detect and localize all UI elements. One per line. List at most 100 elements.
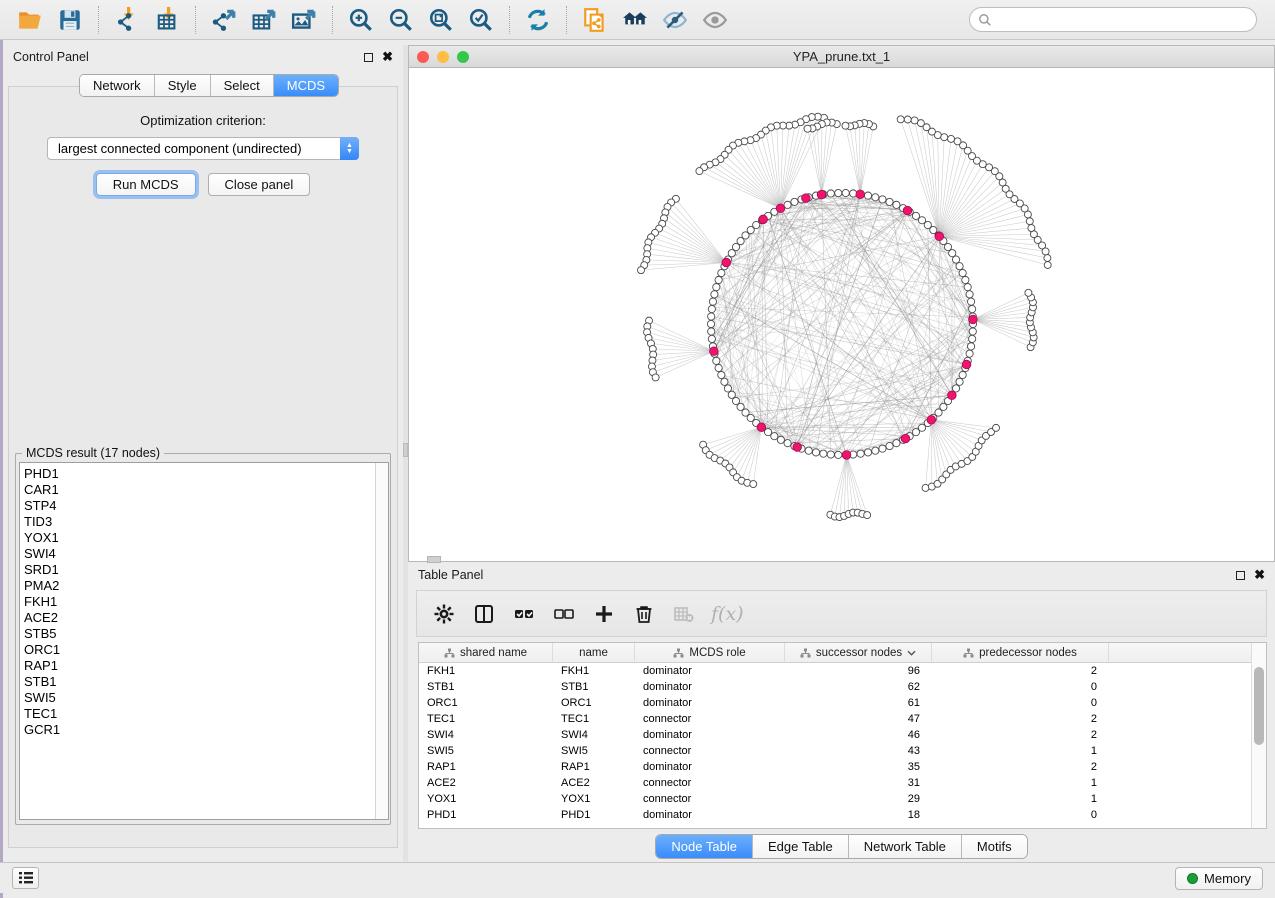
mcds-result-item[interactable]: CAR1 — [24, 482, 375, 498]
zoom-out-icon[interactable] — [384, 5, 418, 35]
cell-successor-nodes[interactable]: 96 — [785, 663, 932, 679]
float-table-panel-icon[interactable] — [1236, 571, 1245, 580]
table-scrollbar[interactable] — [1251, 643, 1266, 828]
horizontal-splitter-grip[interactable] — [427, 556, 441, 563]
graph-leaf-node[interactable] — [638, 267, 645, 274]
graph-node[interactable] — [967, 298, 974, 305]
cell-successor-nodes[interactable]: 62 — [785, 679, 932, 695]
cell-name[interactable]: YOX1 — [553, 791, 635, 807]
import-table-icon[interactable] — [150, 5, 184, 35]
cell-successor-nodes[interactable]: 31 — [785, 775, 932, 791]
show-all-icon[interactable] — [698, 5, 732, 35]
show-column-icon[interactable] — [471, 601, 497, 627]
table-row[interactable]: ORC1ORC1dominator610 — [419, 695, 1251, 711]
cell-MCDS-role[interactable]: dominator — [635, 663, 785, 679]
graph-node[interactable] — [969, 335, 976, 342]
table-row[interactable]: SWI5SWI5connector431 — [419, 743, 1251, 759]
graph-node[interactable] — [718, 269, 725, 276]
first-neighbors-icon[interactable] — [618, 5, 652, 35]
graph-node[interactable] — [969, 328, 976, 335]
graph-leaf-node[interactable] — [911, 117, 918, 124]
table-row[interactable]: TEC1TEC1connector472 — [419, 711, 1251, 727]
graph-mcds-node[interactable] — [935, 232, 944, 241]
network-titlebar[interactable]: YPA_prune.txt_1 — [409, 46, 1274, 68]
table-scrollbar-thumb[interactable] — [1254, 667, 1264, 745]
cell-successor-nodes[interactable]: 29 — [785, 791, 932, 807]
table-row[interactable]: YOX1YOX1connector291 — [419, 791, 1251, 807]
graph-node[interactable] — [964, 283, 971, 290]
graph-node[interactable] — [966, 350, 973, 357]
tab-style[interactable]: Style — [154, 75, 210, 96]
graph-leaf-node[interactable] — [954, 138, 961, 145]
graph-node[interactable] — [835, 189, 842, 196]
mcds-result-item[interactable]: GCR1 — [24, 722, 375, 738]
graph-node[interactable] — [708, 328, 715, 335]
graph-mcds-node[interactable] — [710, 347, 719, 356]
graph-node[interactable] — [879, 196, 886, 203]
graph-leaf-node[interactable] — [1025, 289, 1032, 296]
column-header-name[interactable]: name — [553, 643, 635, 662]
cell-shared-name[interactable]: SWI5 — [419, 743, 553, 759]
mcds-result-item[interactable]: PHD1 — [24, 466, 375, 482]
mcds-result-item[interactable]: ORC1 — [24, 642, 375, 658]
graph-node[interactable] — [764, 429, 771, 436]
mcds-result-item[interactable]: SWI5 — [24, 690, 375, 706]
graph-leaf-node[interactable] — [1026, 218, 1033, 225]
mcds-list-scrollbar[interactable] — [375, 463, 388, 819]
hide-selected-icon[interactable] — [658, 5, 692, 35]
graph-node[interactable] — [707, 320, 714, 327]
cell-shared-name[interactable]: STB1 — [419, 679, 553, 695]
export-table-icon[interactable] — [247, 5, 281, 35]
graph-node[interactable] — [956, 263, 963, 270]
cell-name[interactable]: PHD1 — [553, 807, 635, 823]
graph-node[interactable] — [812, 449, 819, 456]
graph-mcds-node[interactable] — [757, 423, 766, 432]
graph-node[interactable] — [857, 450, 864, 457]
cell-shared-name[interactable]: PHD1 — [419, 807, 553, 823]
deselect-all-icon[interactable] — [551, 601, 577, 627]
graph-mcds-node[interactable] — [856, 190, 865, 199]
cell-successor-nodes[interactable]: 18 — [785, 807, 932, 823]
cell-MCDS-role[interactable]: connector — [635, 711, 785, 727]
mcds-result-item[interactable]: TEC1 — [24, 706, 375, 722]
graph-leaf-node[interactable] — [1044, 255, 1051, 262]
graph-node[interactable] — [827, 451, 834, 458]
graph-node[interactable] — [966, 291, 973, 298]
mcds-result-item[interactable]: STP4 — [24, 498, 375, 514]
cell-name[interactable]: ACE2 — [553, 775, 635, 791]
cell-predecessor-nodes[interactable]: 2 — [932, 663, 1109, 679]
table-row[interactable]: ACE2ACE2connector311 — [419, 775, 1251, 791]
cell-MCDS-role[interactable]: connector — [635, 743, 785, 759]
duplicate-network-icon[interactable] — [578, 5, 612, 35]
cell-name[interactable]: ORC1 — [553, 695, 635, 711]
graph-node[interactable] — [893, 440, 900, 447]
graph-node[interactable] — [912, 212, 919, 219]
graph-leaf-node[interactable] — [804, 125, 811, 132]
tab-mcds[interactable]: MCDS — [273, 75, 338, 96]
cell-shared-name[interactable]: FKH1 — [419, 663, 553, 679]
graph-mcds-node[interactable] — [903, 206, 912, 215]
table-row[interactable]: PHD1PHD1dominator180 — [419, 807, 1251, 823]
table-row[interactable]: STB1STB1dominator620 — [419, 679, 1251, 695]
graph-leaf-node[interactable] — [922, 484, 929, 491]
close-window-icon[interactable] — [417, 51, 429, 63]
maximize-window-icon[interactable] — [457, 51, 469, 63]
table-row[interactable]: RAP1RAP1dominator352 — [419, 759, 1251, 775]
float-panel-icon[interactable] — [364, 53, 373, 62]
graph-node[interactable] — [718, 371, 725, 378]
graph-mcds-node[interactable] — [793, 443, 802, 452]
task-history-button[interactable] — [12, 867, 39, 889]
graph-leaf-node[interactable] — [1028, 225, 1035, 232]
cell-predecessor-nodes[interactable]: 2 — [932, 711, 1109, 727]
cell-name[interactable]: TEC1 — [553, 711, 635, 727]
tab-select[interactable]: Select — [210, 75, 273, 96]
mcds-result-item[interactable]: PMA2 — [24, 578, 375, 594]
graph-node[interactable] — [791, 198, 798, 205]
export-network-icon[interactable] — [207, 5, 241, 35]
graph-mcds-node[interactable] — [802, 194, 811, 203]
cell-successor-nodes[interactable]: 47 — [785, 711, 932, 727]
graph-leaf-node[interactable] — [750, 481, 757, 488]
graph-mcds-node[interactable] — [969, 315, 978, 324]
save-session-icon[interactable] — [53, 5, 87, 35]
graph-leaf-node[interactable] — [652, 374, 659, 381]
